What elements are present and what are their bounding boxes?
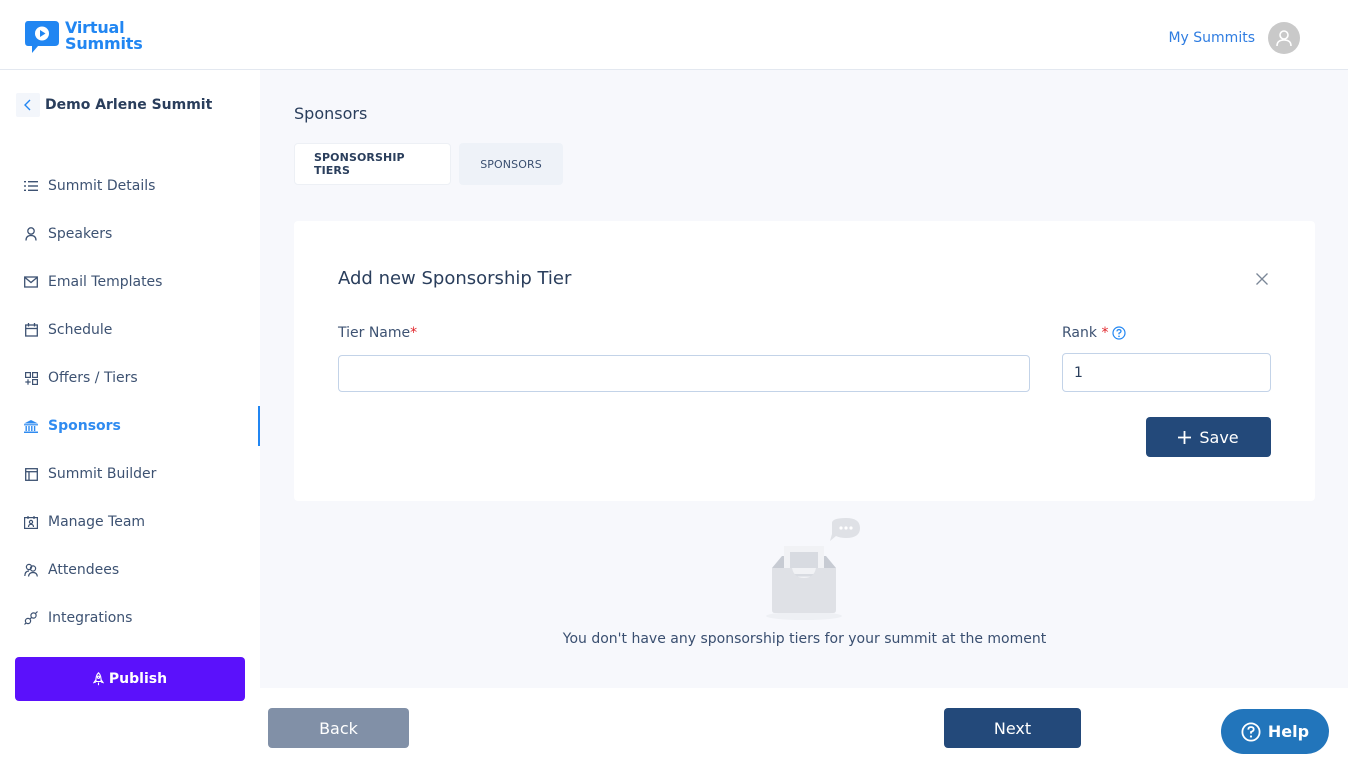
sidebar-item-summit-builder[interactable]: Summit Builder: [0, 450, 260, 498]
help-label: Help: [1267, 722, 1310, 741]
tab-sponsorship-tiers[interactable]: SPONSORSHIP TIERS: [294, 143, 451, 185]
form-title: Add new Sponsorship Tier: [338, 268, 572, 289]
tier-name-label: Tier Name*: [338, 325, 417, 341]
required-marker: *: [410, 325, 418, 341]
sidebar-nav: Summit Details Speakers Email Templates …: [0, 162, 260, 642]
rank-label-text: Rank: [1062, 325, 1097, 341]
sidebar-item-label: Sponsors: [48, 418, 121, 434]
next-button[interactable]: Next: [944, 708, 1081, 748]
my-summits-link[interactable]: My Summits: [1168, 30, 1255, 46]
tabs: SPONSORSHIP TIERS SPONSORS: [294, 143, 563, 185]
chevron-left-icon: [16, 93, 40, 117]
header-user-area: My Summits: [1168, 22, 1300, 54]
rank-input[interactable]: [1062, 353, 1271, 392]
sidebar-item-schedule[interactable]: Schedule: [0, 306, 260, 354]
plus-icon: [1178, 430, 1192, 444]
bank-icon: [24, 419, 38, 433]
sidebar-item-label: Email Templates: [48, 274, 163, 290]
empty-inbox-icon: [764, 518, 864, 624]
tier-name-input[interactable]: [338, 355, 1030, 392]
sidebar-item-label: Integrations: [48, 610, 133, 626]
rocket-icon: [92, 672, 104, 686]
users-icon: [24, 563, 38, 577]
main-content: Sponsors SPONSORSHIP TIERS SPONSORS Add …: [260, 70, 1348, 688]
brand-line-2: Summits: [65, 34, 143, 53]
sidebar-item-label: Speakers: [48, 226, 113, 242]
list-icon: [24, 179, 38, 193]
sidebar: Demo Arlene Summit Summit Details Speake…: [0, 70, 260, 768]
sidebar-item-label: Schedule: [48, 322, 113, 338]
required-marker: *: [1101, 325, 1109, 341]
sidebar-item-email-templates[interactable]: Email Templates: [0, 258, 260, 306]
plug-icon: [24, 611, 38, 625]
sidebar-item-label: Offers / Tiers: [48, 370, 138, 386]
sidebar-item-attendees[interactable]: Attendees: [0, 546, 260, 594]
tier-name-label-text: Tier Name: [338, 325, 411, 341]
user-icon: [24, 227, 38, 241]
sidebar-item-summit-details[interactable]: Summit Details: [0, 162, 260, 210]
avatar[interactable]: [1268, 22, 1300, 54]
sidebar-item-label: Summit Details: [48, 178, 156, 194]
save-label: Save: [1199, 427, 1239, 447]
sidebar-item-label: Summit Builder: [48, 466, 157, 482]
app-header: Virtual Summits My Summits: [0, 0, 1348, 70]
question-circle-icon[interactable]: [1112, 326, 1127, 340]
close-icon[interactable]: [1255, 271, 1269, 285]
layout-icon: [24, 467, 38, 481]
rank-label: Rank *: [1062, 325, 1127, 341]
sidebar-item-offers-tiers[interactable]: Offers / Tiers: [0, 354, 260, 402]
back-button[interactable]: Back: [268, 708, 409, 748]
grid-plus-icon: [24, 371, 38, 385]
add-tier-card: Add new Sponsorship Tier Tier Name* Rank…: [294, 221, 1315, 501]
footer-actions: Back Next Help: [260, 688, 1348, 768]
sidebar-item-speakers[interactable]: Speakers: [0, 210, 260, 258]
empty-state-message: You don't have any sponsorship tiers for…: [562, 631, 1047, 647]
sidebar-item-integrations[interactable]: Integrations: [0, 594, 260, 642]
mail-icon: [24, 275, 38, 289]
sidebar-item-label: Attendees: [48, 562, 120, 578]
calendar-icon: [24, 323, 38, 337]
page-title: Sponsors: [294, 104, 368, 123]
publish-button[interactable]: Publish: [15, 657, 245, 701]
help-button[interactable]: Help: [1221, 709, 1329, 754]
sidebar-item-label: Manage Team: [48, 514, 146, 530]
summit-name: Demo Arlene Summit: [45, 97, 213, 113]
brand-logo[interactable]: Virtual Summits: [24, 20, 143, 54]
publish-label: Publish: [108, 671, 168, 687]
brand-name: Virtual Summits: [65, 20, 143, 52]
logo-chat-play-icon: [24, 20, 60, 54]
summit-back-link[interactable]: Demo Arlene Summit: [16, 93, 212, 117]
sidebar-item-manage-team[interactable]: Manage Team: [0, 498, 260, 546]
team-board-icon: [24, 515, 38, 529]
tab-sponsors[interactable]: SPONSORS: [459, 143, 563, 185]
question-circle-icon: [1241, 721, 1261, 742]
save-button[interactable]: Save: [1146, 417, 1271, 457]
user-icon: [1276, 30, 1292, 47]
sidebar-item-sponsors[interactable]: Sponsors: [0, 402, 260, 450]
